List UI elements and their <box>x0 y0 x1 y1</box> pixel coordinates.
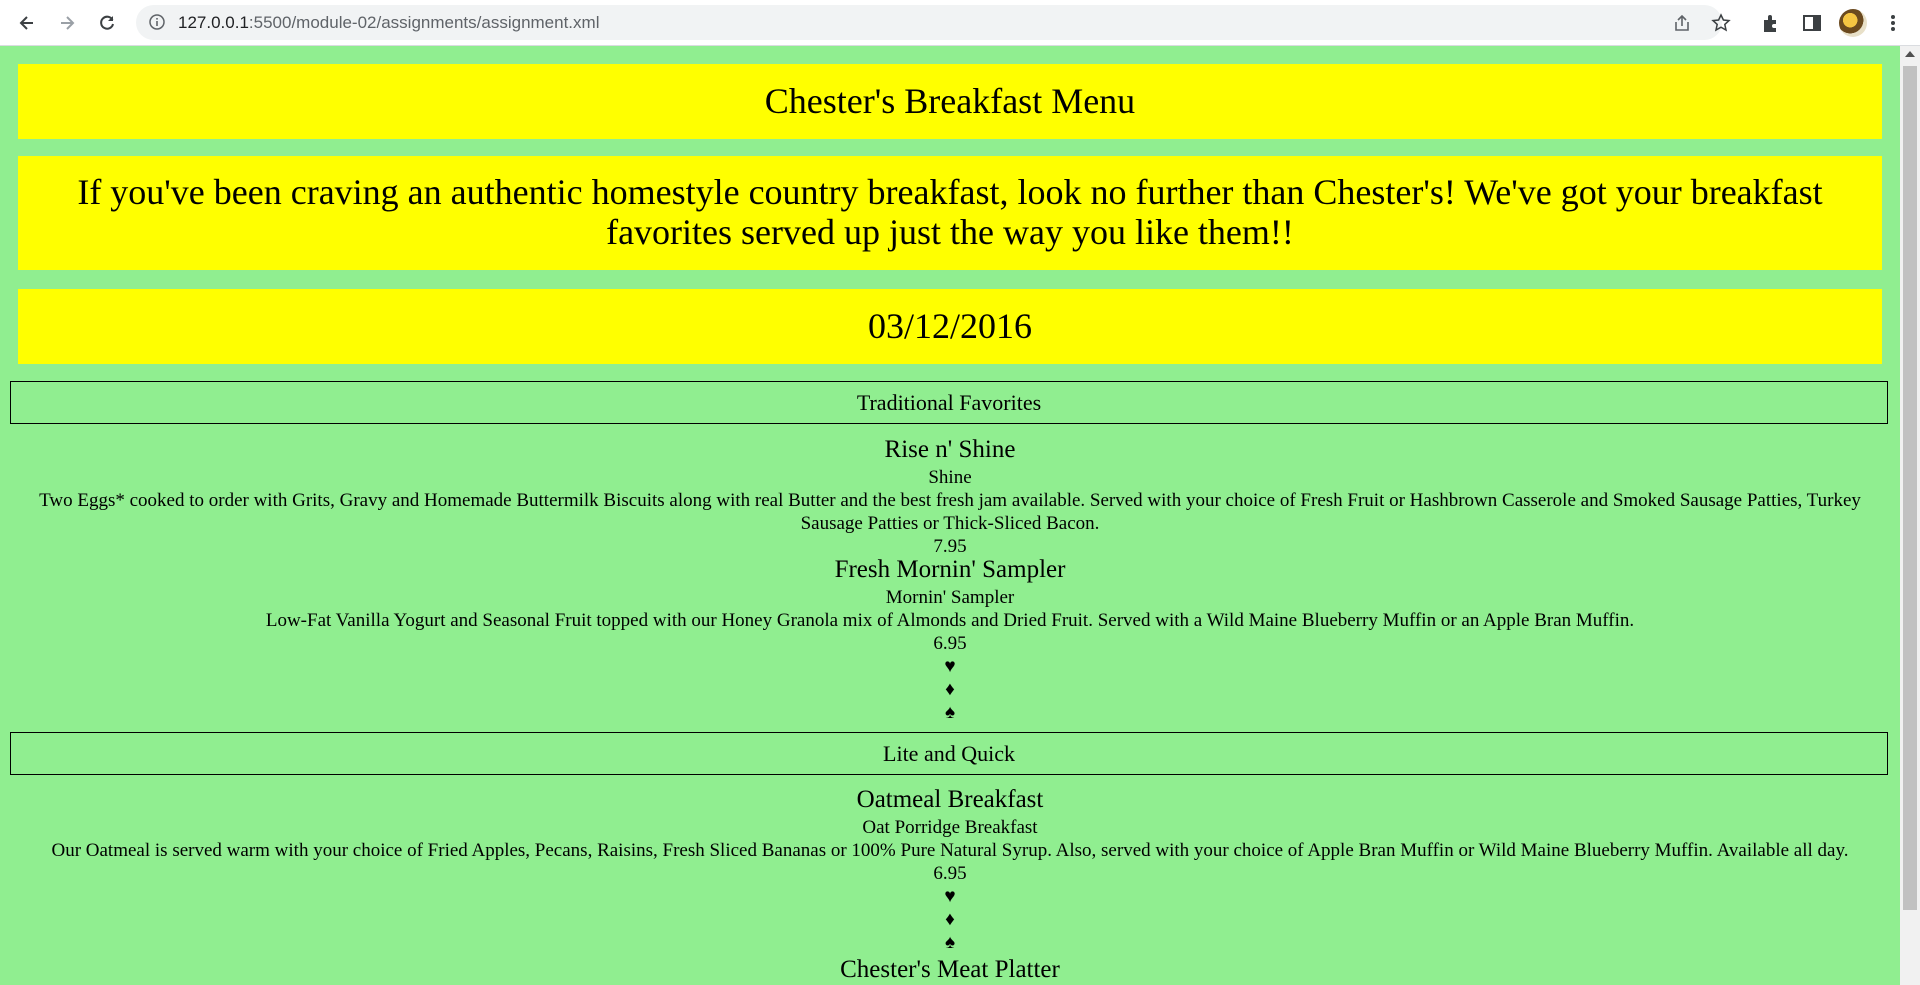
vertical-scrollbar[interactable] <box>1900 46 1920 985</box>
section-header-lite: Lite and Quick <box>10 732 1888 775</box>
item-name: Oatmeal Breakfast <box>856 786 1044 813</box>
browser-toolbar: 127.0.0.1:5500/module-02/assignments/ass… <box>0 0 1920 46</box>
page-content: Chester's Breakfast Menu If you've been … <box>0 46 1900 985</box>
item-name: Fresh Mornin' Sampler <box>834 556 1066 583</box>
diamond-icon: ♦ <box>945 909 955 930</box>
item-description: Our Oatmeal is served warm with your cho… <box>51 840 1849 861</box>
heart-icon: ♥ <box>944 886 956 907</box>
scrollbar-thumb[interactable] <box>1903 66 1917 910</box>
menu-kebab-icon[interactable] <box>1882 12 1904 34</box>
diamond-icon: ♦ <box>945 679 955 700</box>
menu-date: 03/12/2016 <box>18 289 1882 364</box>
heart-icon: ♥ <box>944 656 956 677</box>
item-price: 6.95 <box>933 863 967 884</box>
extensions-icon[interactable] <box>1760 12 1782 34</box>
section-header-traditional: Traditional Favorites <box>10 381 1888 424</box>
menu-item: Rise n' Shine Shine Two Eggs* cooked to … <box>0 434 1900 558</box>
forward-icon[interactable] <box>53 9 81 37</box>
item-short-name: Mornin' Sampler <box>885 587 1015 608</box>
menu-item: Oatmeal Breakfast Oat Porridge Breakfast… <box>0 784 1900 985</box>
item-description: Two Eggs* cooked to order with Grits, Gr… <box>39 490 1861 534</box>
menu-intro: If you've been craving an authentic home… <box>18 156 1882 270</box>
item-name: Chester's Meat Platter <box>840 956 1060 983</box>
profile-avatar[interactable] <box>1839 9 1867 37</box>
spade-icon: ♠ <box>944 932 956 953</box>
item-short-name: Shine <box>928 467 972 488</box>
reload-icon[interactable] <box>93 9 121 37</box>
scroll-up-icon[interactable] <box>1905 51 1915 57</box>
back-icon[interactable] <box>13 9 41 37</box>
url-text[interactable]: 127.0.0.1:5500/module-02/assignments/ass… <box>178 13 599 33</box>
item-price: 6.95 <box>933 633 967 654</box>
menu-title: Chester's Breakfast Menu <box>18 64 1882 139</box>
side-panel-icon[interactable] <box>1801 12 1823 34</box>
share-icon[interactable] <box>1672 13 1692 33</box>
address-bar[interactable]: 127.0.0.1:5500/module-02/assignments/ass… <box>136 5 1731 40</box>
menu-item: Fresh Mornin' Sampler Mornin' Sampler Lo… <box>0 554 1900 724</box>
item-name: Rise n' Shine <box>884 436 1016 463</box>
item-short-name: Oat Porridge Breakfast <box>862 817 1038 838</box>
bookmark-star-icon[interactable] <box>1711 13 1731 33</box>
item-description: Low-Fat Vanilla Yogurt and Seasonal Frui… <box>265 610 1635 631</box>
site-info-icon[interactable] <box>148 13 166 31</box>
spade-icon: ♠ <box>944 702 956 723</box>
